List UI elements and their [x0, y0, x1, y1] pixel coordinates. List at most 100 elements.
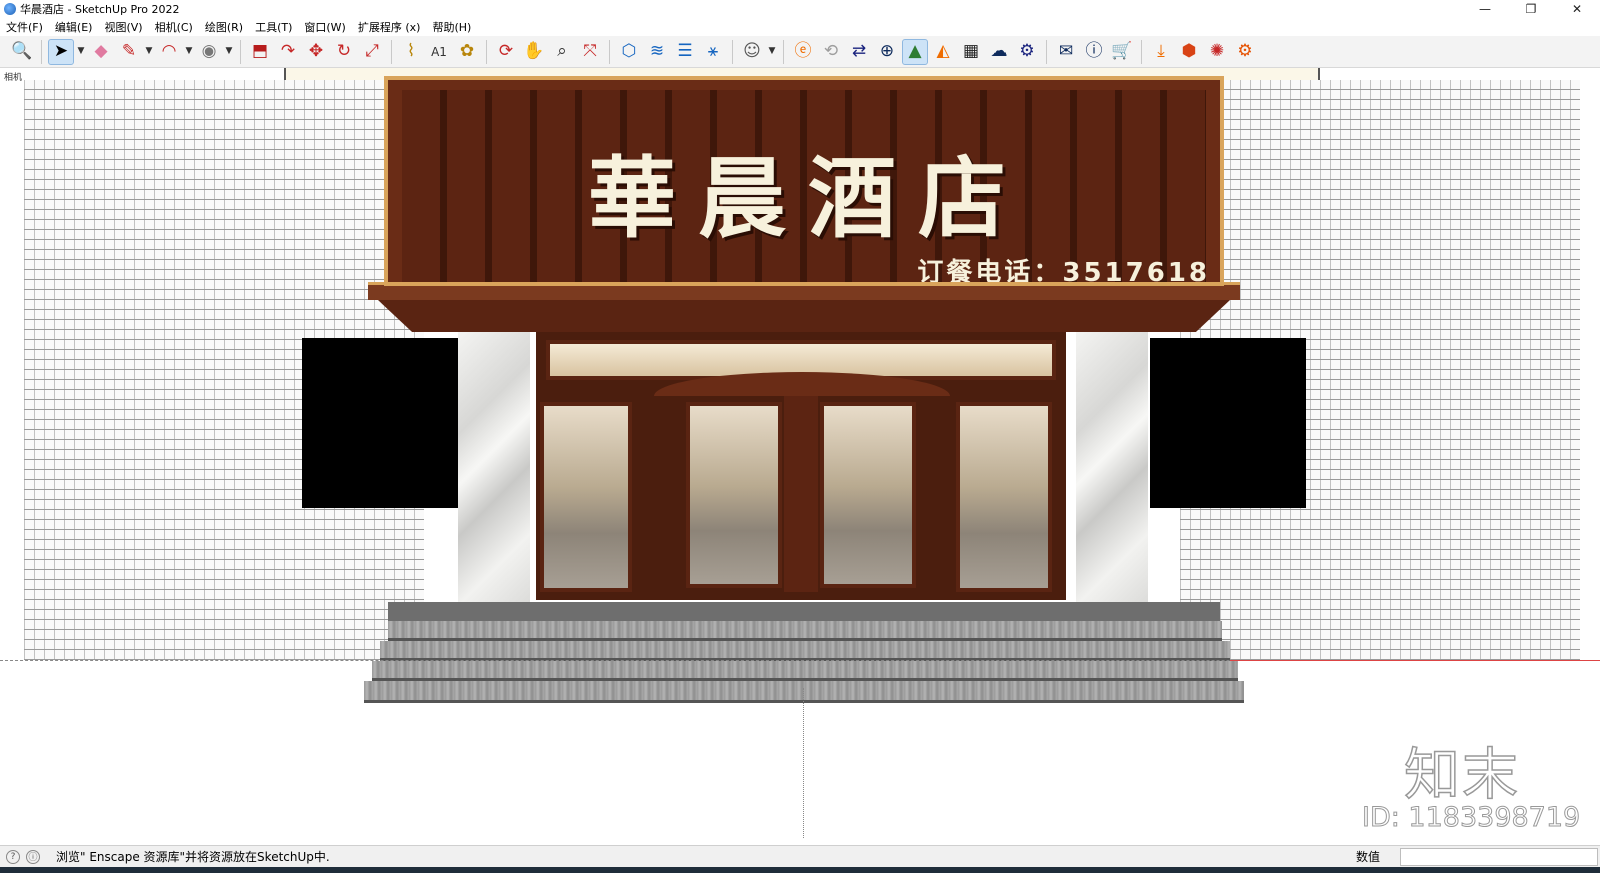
- zoom-window-icon[interactable]: ⤧: [577, 39, 603, 65]
- download-icon[interactable]: ⤓: [1148, 39, 1174, 65]
- menu-tools[interactable]: 工具(T): [249, 19, 298, 35]
- credits-icon[interactable]: ⓘ: [26, 849, 40, 864]
- paint-icon[interactable]: ✿: [454, 39, 480, 65]
- orbit-icon[interactable]: ⟳: [493, 39, 519, 65]
- outliner-icon[interactable]: ⚹: [700, 39, 726, 65]
- plugin-icon[interactable]: ✺: [1204, 39, 1230, 65]
- checker-icon[interactable]: ▦: [958, 39, 984, 65]
- style-icon[interactable]: ☰: [672, 39, 698, 65]
- left-black-panel: [302, 338, 458, 508]
- revolving-door-left: [686, 402, 782, 588]
- toolbar-divider: [783, 39, 784, 64]
- menu-view[interactable]: 视图(V): [98, 19, 148, 35]
- enscape-start-icon[interactable]: ⓔ: [790, 39, 816, 65]
- right-black-panel: [1150, 338, 1306, 508]
- text-icon[interactable]: A1: [426, 39, 452, 65]
- push-pull-icon[interactable]: ⬒: [247, 39, 273, 65]
- pan-icon[interactable]: ✋: [521, 39, 547, 65]
- sketchup-window: 华晨酒店 - SketchUp Pro 2022 — ❐ ✕ 文件(F) 编辑(…: [0, 0, 1600, 873]
- window-title: 华晨酒店 - SketchUp Pro 2022: [20, 3, 180, 16]
- eraser-icon[interactable]: ◆: [88, 39, 114, 65]
- menu-file[interactable]: 文件(F): [0, 19, 49, 35]
- right-marble-column: [1076, 332, 1148, 602]
- user-dropdown-icon[interactable]: ▼: [767, 39, 777, 65]
- toolbar-divider: [486, 39, 487, 64]
- rotate-icon[interactable]: ↻: [331, 39, 357, 65]
- menu-help[interactable]: 帮助(H): [426, 19, 477, 35]
- red-axis: [1230, 660, 1600, 661]
- box-icon[interactable]: ⬢: [1176, 39, 1202, 65]
- right-glass-panel: [956, 402, 1052, 592]
- menu-edit[interactable]: 编辑(E): [49, 19, 99, 35]
- hotel-name: 華晨酒店: [587, 147, 1028, 250]
- toolbar-divider: [41, 39, 42, 64]
- green-axis: [803, 688, 804, 838]
- canopy-soffit: [378, 300, 1230, 332]
- move-icon[interactable]: ✥: [303, 39, 329, 65]
- stair-step: [364, 681, 1244, 703]
- scene-tab[interactable]: 相机: [4, 70, 22, 83]
- layer-icon[interactable]: ≋: [644, 39, 670, 65]
- toolbar-divider: [391, 39, 392, 64]
- menu-window[interactable]: 窗口(W): [298, 19, 351, 35]
- revolving-door-right: [820, 402, 916, 588]
- hotel-phone: 订餐电话：3517618: [917, 258, 1210, 286]
- stair-step: [388, 621, 1222, 641]
- paint-dropdown-icon[interactable]: ▼: [224, 39, 234, 65]
- cart-icon[interactable]: 🛒: [1109, 39, 1135, 65]
- close-button[interactable]: ✕: [1554, 0, 1600, 18]
- paint-bucket-icon[interactable]: ◉: [196, 39, 222, 65]
- menu-extensions[interactable]: 扩展程序 (x): [352, 19, 427, 35]
- left-glass-panel: [540, 402, 632, 592]
- zoom-extents-icon[interactable]: 🔍: [9, 39, 35, 65]
- zoom-icon[interactable]: ⌕: [549, 39, 575, 65]
- toolbar-divider: [1046, 39, 1047, 64]
- settings-icon[interactable]: ⚙: [1014, 39, 1040, 65]
- toolbar-divider: [1141, 39, 1142, 64]
- upload-icon[interactable]: ☁: [986, 39, 1012, 65]
- main-toolbar: 🔍 ➤ ▼ ◆ ✎ ▼ ◠ ▼ ◉ ▼ ⬒ ↷ ✥ ↻ ⤢ ⌇ A1 ✿ ⟳ ✋…: [0, 36, 1600, 68]
- hotel-entrance: [536, 332, 1066, 600]
- info-icon[interactable]: ⓘ: [1081, 39, 1107, 65]
- title-bar: 华晨酒店 - SketchUp Pro 2022 — ❐ ✕: [0, 0, 1600, 18]
- restore-button[interactable]: ❐: [1508, 0, 1554, 18]
- enscape-sync-icon[interactable]: ⟲: [818, 39, 844, 65]
- gear-icon[interactable]: ⚙: [1232, 39, 1258, 65]
- geo-location-icon[interactable]: ?: [6, 849, 20, 864]
- menu-camera[interactable]: 相机(C): [149, 19, 199, 35]
- status-bar: ? ⓘ 浏览" Enscape 资源库"并将资源放在SketchUp中. 数值: [0, 845, 1600, 867]
- component-icon[interactable]: ⬡: [616, 39, 642, 65]
- toolbar-divider: [732, 39, 733, 64]
- arc-icon[interactable]: ◠: [156, 39, 182, 65]
- menu-bar: 文件(F) 编辑(E) 视图(V) 相机(C) 绘图(R) 工具(T) 窗口(W…: [0, 18, 1600, 36]
- scale-icon[interactable]: ⤢: [359, 39, 385, 65]
- measurements-input[interactable]: [1400, 847, 1598, 866]
- model-viewport[interactable]: 相机 華晨酒店 订餐电话：3517618 知末 ID: 1183398719: [0, 68, 1600, 845]
- stair-step: [372, 661, 1238, 681]
- select-icon[interactable]: ➤: [48, 38, 74, 65]
- watermark-logo: 知末: [1403, 742, 1520, 809]
- hotel-signboard: 華晨酒店 订餐电话：3517618: [384, 76, 1224, 286]
- user-icon[interactable]: ☺: [739, 39, 765, 65]
- status-message: 浏览" Enscape 资源库"并将资源放在SketchUp中.: [56, 850, 330, 864]
- tree-icon[interactable]: ▲: [902, 38, 928, 65]
- pencil-icon[interactable]: ✎: [116, 39, 142, 65]
- minimize-button[interactable]: —: [1462, 0, 1508, 18]
- mail-icon[interactable]: ✉: [1053, 39, 1079, 65]
- watermark-id: ID: 1183398719: [1361, 802, 1581, 834]
- toolbar-divider: [609, 39, 610, 64]
- sketchup-logo-icon: [4, 3, 16, 15]
- select-dropdown-icon[interactable]: ▼: [76, 39, 86, 65]
- material-icon[interactable]: ◭: [930, 39, 956, 65]
- follow-me-icon[interactable]: ↷: [275, 39, 301, 65]
- add-icon[interactable]: ⊕: [874, 39, 900, 65]
- enscape-capture-icon[interactable]: ⇄: [846, 39, 872, 65]
- stair-step: [380, 641, 1230, 661]
- menu-draw[interactable]: 绘图(R): [199, 19, 249, 35]
- left-marble-column: [458, 332, 530, 602]
- pencil-dropdown-icon[interactable]: ▼: [144, 39, 154, 65]
- tape-measure-icon[interactable]: ⌇: [398, 39, 424, 65]
- arc-dropdown-icon[interactable]: ▼: [184, 39, 194, 65]
- measurements-label: 数值: [1356, 850, 1381, 864]
- toolbar-divider: [240, 39, 241, 64]
